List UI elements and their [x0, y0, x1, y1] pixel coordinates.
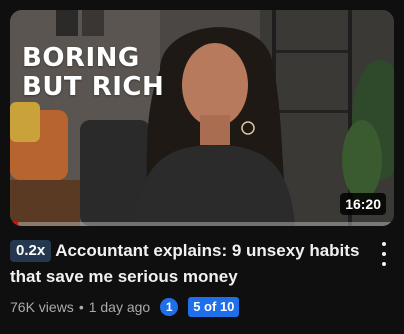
kebab-dot: [382, 252, 386, 256]
thumbnail-caption-line2: BUT RICH: [22, 72, 165, 102]
duration-badge: 16:20: [340, 193, 386, 215]
video-metadata: 76K views • 1 day ago 1 5 of 10: [10, 296, 240, 318]
video-title[interactable]: 0.2x Accountant explains: 9 unsexy habits…: [10, 238, 360, 290]
video-title-text[interactable]: Accountant explains: 9 unsexy habits tha…: [10, 241, 359, 286]
playlist-position-badge: 5 of 10: [188, 297, 240, 317]
watch-progress-bar: [10, 222, 394, 226]
view-count: 76K views: [10, 299, 74, 315]
count-badge: 1: [160, 298, 179, 316]
video-card[interactable]: BORING BUT RICH 16:20 0.2x Accountant exp…: [0, 0, 404, 334]
meta-separator: •: [78, 299, 84, 315]
more-options-icon[interactable]: [374, 242, 394, 266]
kebab-dot: [382, 242, 386, 246]
thumbnail-caption: BORING BUT RICH: [22, 44, 164, 102]
thumbnail-caption-line1: BORING: [22, 43, 140, 73]
watch-progress-fill: [10, 222, 18, 226]
video-thumbnail[interactable]: BORING BUT RICH 16:20: [10, 10, 394, 226]
upload-age: 1 day ago: [88, 299, 151, 315]
playback-speed-badge: 0.2x: [10, 240, 52, 262]
kebab-dot: [382, 262, 386, 266]
